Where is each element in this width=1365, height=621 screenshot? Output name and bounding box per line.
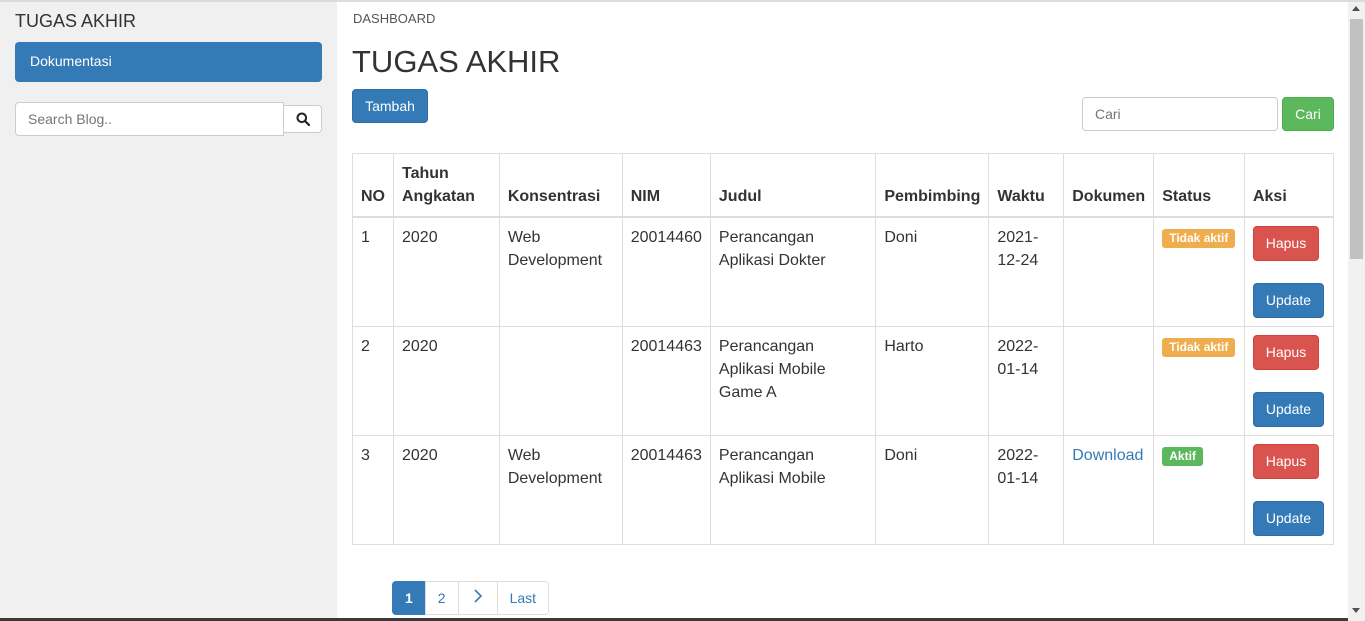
update-button[interactable]: Update: [1252, 283, 1324, 318]
cell-nim: 20014460: [621, 216, 711, 327]
table-row: 2 2020 20014463 Perancangan Aplikasi Mob…: [352, 326, 1335, 436]
cell-waktu: 2021-12-24: [988, 216, 1065, 327]
add-button[interactable]: Tambah: [352, 89, 428, 123]
pagination: 1 2 Last: [392, 581, 550, 615]
cell-aksi: Hapus Update: [1243, 216, 1335, 327]
search-icon: [296, 112, 310, 126]
cell-status: Tidak aktif: [1153, 326, 1245, 436]
cell-dokumen: Download: [1063, 435, 1155, 545]
cell-aksi: Hapus Update: [1243, 326, 1335, 436]
cell-konsentrasi: Web Development: [498, 216, 623, 327]
brand-title: TUGAS AKHIR: [15, 11, 137, 31]
scroll-down-arrow-icon[interactable]: [1352, 608, 1360, 613]
chevron-right-icon: [474, 589, 482, 603]
cell-judul: Perancangan Aplikasi Dokter: [709, 216, 877, 327]
column-header-status: Status: [1153, 153, 1245, 218]
main-content: DASHBOARD TUGAS AKHIR Tambah Cari NO Tah…: [337, 2, 1348, 618]
column-header-no: NO: [352, 153, 394, 218]
delete-button[interactable]: Hapus: [1252, 444, 1319, 479]
table-row: 3 2020 Web Development 20014463 Perancan…: [352, 435, 1335, 545]
cell-pembimbing: Harto: [875, 326, 990, 436]
column-header-dokumen: Dokumen: [1063, 153, 1155, 218]
status-badge: Aktif: [1162, 447, 1203, 466]
delete-button[interactable]: Hapus: [1252, 226, 1319, 261]
table-header-row: NO Tahun Angkatan Konsentrasi NIM Judul …: [352, 153, 1335, 218]
cell-nim: 20014463: [621, 435, 711, 545]
column-header-tahun-angkatan: Tahun Angkatan: [393, 153, 500, 218]
update-button[interactable]: Update: [1252, 501, 1324, 536]
delete-button[interactable]: Hapus: [1252, 335, 1319, 370]
cell-konsentrasi: [498, 326, 623, 436]
column-header-konsentrasi: Konsentrasi: [498, 153, 623, 218]
sidebar-item-dokumentasi[interactable]: Dokumentasi: [15, 42, 322, 82]
cell-judul: Perancangan Aplikasi Mobile: [709, 435, 877, 545]
cell-dokumen: [1063, 216, 1155, 327]
thesis-table: NO Tahun Angkatan Konsentrasi NIM Judul …: [352, 153, 1335, 545]
cell-waktu: 2022-01-14: [988, 435, 1065, 545]
cell-tahun: 2020: [393, 435, 500, 545]
cell-nim: 20014463: [621, 326, 711, 436]
column-header-judul: Judul: [709, 153, 877, 218]
vertical-scrollbar[interactable]: [1348, 2, 1365, 621]
cell-status: Tidak aktif: [1153, 216, 1245, 327]
cell-pembimbing: Doni: [875, 435, 990, 545]
next-page-button[interactable]: [457, 581, 498, 615]
page-title: TUGAS AKHIR: [352, 44, 561, 79]
page-1-button[interactable]: 1: [392, 581, 426, 615]
column-header-waktu: Waktu: [988, 153, 1065, 218]
cell-pembimbing: Doni: [875, 216, 990, 327]
cell-aksi: Hapus Update: [1243, 435, 1335, 545]
cell-judul: Perancangan Aplikasi Mobile Game A: [709, 326, 877, 436]
search-blog-button[interactable]: [283, 105, 322, 133]
last-page-button[interactable]: Last: [496, 581, 550, 615]
search-blog-input[interactable]: [15, 102, 284, 136]
search-button[interactable]: Cari: [1282, 97, 1334, 131]
cell-status: Aktif: [1153, 435, 1245, 545]
cell-dokumen: [1063, 326, 1155, 436]
cell-no: 2: [352, 326, 394, 436]
column-header-aksi: Aksi: [1243, 153, 1335, 218]
update-button[interactable]: Update: [1252, 392, 1324, 427]
scrollbar-thumb[interactable]: [1350, 19, 1363, 259]
cell-tahun: 2020: [393, 326, 500, 436]
cell-no: 3: [352, 435, 394, 545]
column-header-pembimbing: Pembimbing: [875, 153, 990, 218]
scroll-up-arrow-icon[interactable]: [1352, 6, 1360, 11]
table-row: 1 2020 Web Development 20014460 Perancan…: [352, 216, 1335, 327]
column-header-nim: NIM: [621, 153, 711, 218]
sidebar: TUGAS AKHIR Dokumentasi: [0, 2, 337, 618]
cell-waktu: 2022-01-14: [988, 326, 1065, 436]
cell-no: 1: [352, 216, 394, 327]
status-badge: Tidak aktif: [1162, 229, 1236, 248]
cell-tahun: 2020: [393, 216, 500, 327]
cell-konsentrasi: Web Development: [498, 435, 623, 545]
sidebar-search: [15, 102, 322, 136]
page-2-button[interactable]: 2: [424, 581, 459, 615]
download-link[interactable]: Download: [1072, 447, 1143, 464]
search-input[interactable]: [1082, 97, 1278, 131]
breadcrumb: DASHBOARD: [353, 11, 436, 26]
status-badge: Tidak aktif: [1162, 338, 1236, 357]
